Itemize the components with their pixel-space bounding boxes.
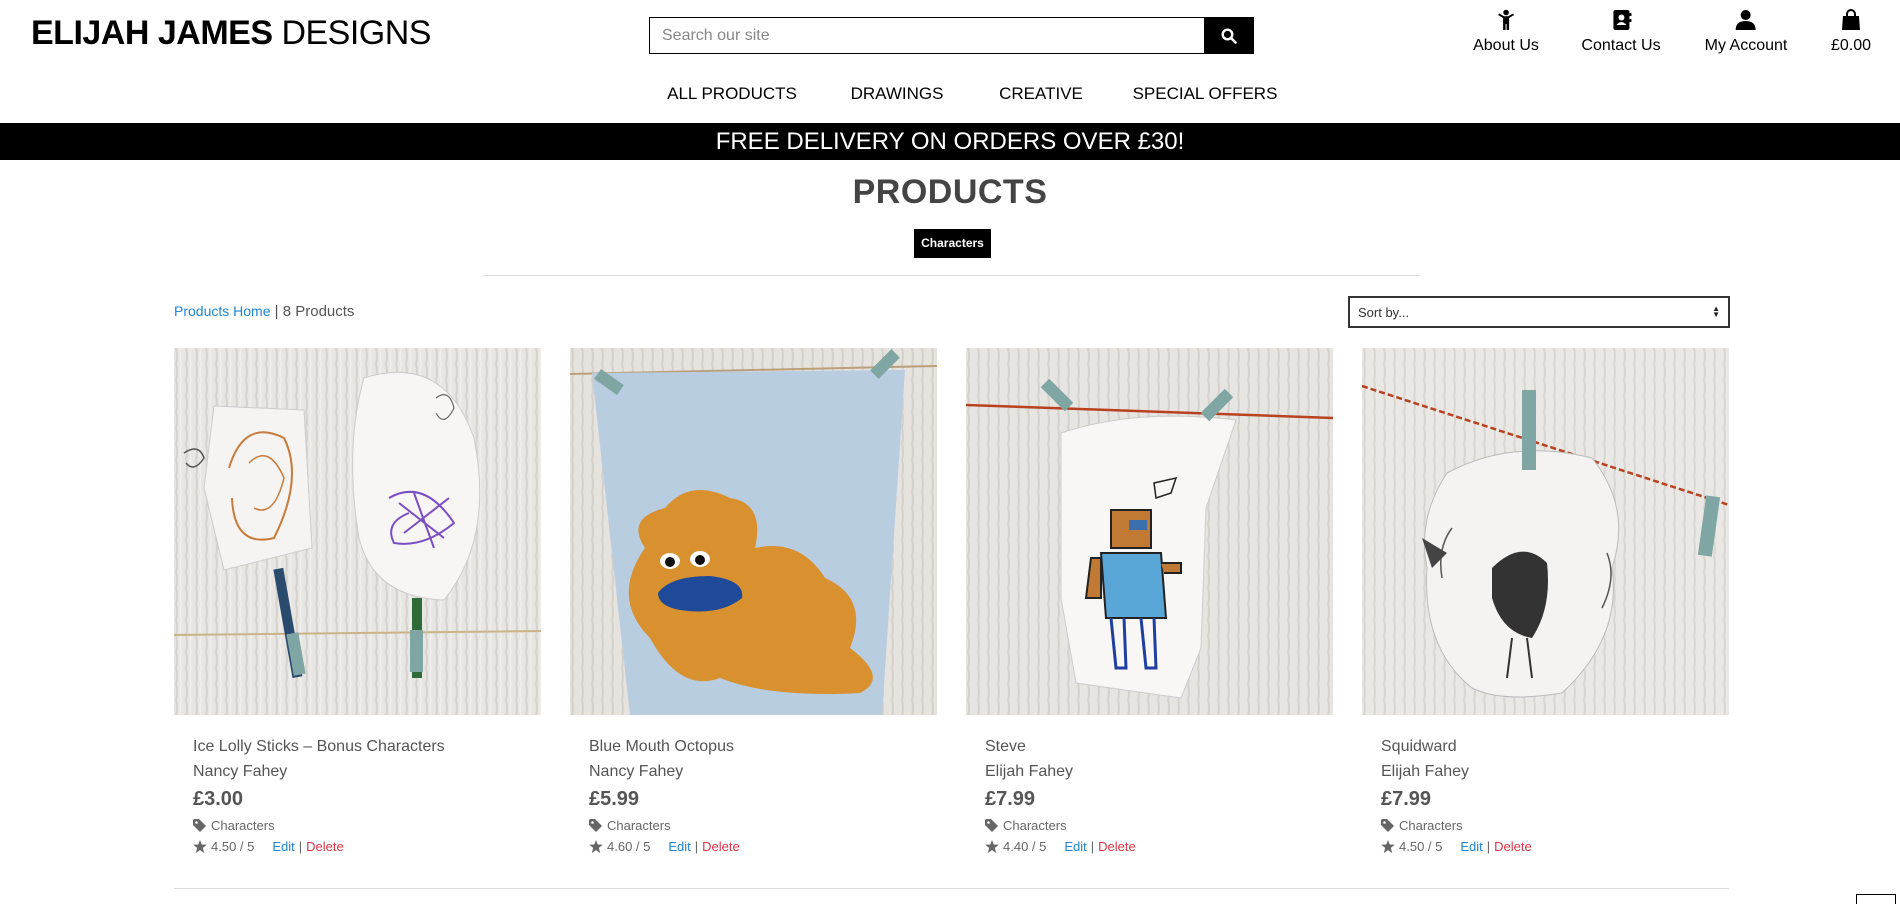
product-image[interactable]	[570, 348, 937, 715]
user-icon	[1705, 9, 1788, 33]
divider	[483, 275, 1420, 276]
basket-link[interactable]: £0.00	[1831, 9, 1871, 55]
contact-us-label: Contact Us	[1581, 37, 1661, 54]
product-rating: 4.40 / 5 Edit | Delete	[985, 839, 1314, 854]
product-artist: Nancy Fahey	[589, 763, 684, 780]
edit-link[interactable]: Edit	[272, 839, 294, 854]
product-card: Ice Lolly Sticks – Bonus Characters Nanc…	[174, 348, 541, 854]
page-title: PRODUCTS	[852, 173, 1048, 211]
product-price: £7.99	[1381, 788, 1432, 810]
product-category-label: Characters	[1399, 818, 1463, 833]
category-badge[interactable]: Characters	[914, 229, 991, 258]
search-form	[649, 17, 1254, 54]
product-price: £3.00	[193, 788, 244, 810]
product-category-label: Characters	[1003, 818, 1067, 833]
child-icon	[1473, 9, 1539, 33]
search-input[interactable]	[650, 18, 1204, 53]
link-separator: |	[298, 839, 303, 854]
my-account-label: My Account	[1704, 37, 1788, 54]
contact-us-link[interactable]: Contact Us	[1581, 9, 1661, 55]
back-to-top-button[interactable]	[1856, 894, 1896, 904]
breadcrumb: Products Home | 8 Products	[174, 303, 354, 320]
rating-value: 4.50 / 5	[211, 839, 255, 854]
divider	[174, 888, 1729, 889]
product-image[interactable]	[966, 348, 1333, 715]
star-icon	[589, 840, 603, 853]
product-image[interactable]	[174, 348, 541, 715]
product-card: Steve Elijah Fahey £7.99 Characters 4.40…	[966, 348, 1333, 854]
nav-creative[interactable]: CREATIVE	[999, 84, 1083, 104]
product-name[interactable]: Ice Lolly Sticks – Bonus Characters	[193, 738, 522, 756]
edit-link[interactable]: Edit	[668, 839, 690, 854]
nav-special-offers[interactable]: SPECIAL OFFERS	[1133, 84, 1278, 104]
about-us-label: About Us	[1473, 37, 1539, 54]
nav-drawings[interactable]: DRAWINGS	[851, 84, 944, 104]
shopping-bag-icon	[1831, 9, 1871, 33]
basket-total: £0.00	[1830, 37, 1872, 54]
link-separator: |	[1090, 839, 1095, 854]
rating-value: 4.60 / 5	[607, 839, 651, 854]
product-card: Blue Mouth Octopus Nancy Fahey £5.99 Cha…	[570, 348, 937, 854]
product-price: £7.99	[985, 788, 1036, 810]
my-account-link[interactable]: My Account	[1704, 9, 1788, 55]
tag-icon	[193, 819, 206, 832]
link-separator: |	[1486, 839, 1491, 854]
product-category-label: Characters	[607, 818, 671, 833]
product-name[interactable]: Blue Mouth Octopus	[589, 738, 918, 756]
nav-all-products[interactable]: ALL PRODUCTS	[667, 84, 797, 104]
edit-link[interactable]: Edit	[1460, 839, 1482, 854]
sort-select-label: Sort by...	[1358, 304, 1410, 320]
link-separator: |	[694, 839, 699, 854]
search-button[interactable]	[1204, 18, 1253, 53]
tag-icon	[589, 819, 602, 832]
product-name[interactable]: Squidward	[1381, 738, 1710, 756]
product-category[interactable]: Characters	[589, 818, 918, 833]
delete-link[interactable]: Delete	[702, 839, 740, 854]
product-card: Squidward Elijah Fahey £7.99 Characters …	[1362, 348, 1729, 854]
about-us-link[interactable]: About Us	[1473, 9, 1539, 55]
product-category[interactable]: Characters	[1381, 818, 1710, 833]
product-category[interactable]: Characters	[193, 818, 522, 833]
delivery-banner: FREE DELIVERY ON ORDERS OVER £30!	[0, 123, 1900, 160]
product-rating: 4.50 / 5 Edit | Delete	[193, 839, 522, 854]
products-home-link[interactable]: Products Home	[174, 303, 270, 319]
breadcrumb-separator: |	[270, 303, 283, 320]
rating-value: 4.50 / 5	[1399, 839, 1443, 854]
tag-icon	[1381, 819, 1394, 832]
delete-link[interactable]: Delete	[1494, 839, 1532, 854]
main-nav: ALL PRODUCTS DRAWINGS CREATIVE SPECIAL O…	[0, 84, 1900, 106]
star-icon	[1381, 840, 1395, 853]
address-book-icon	[1581, 9, 1660, 33]
product-count: 8 Products	[282, 303, 355, 320]
product-artist: Elijah Fahey	[1381, 763, 1470, 780]
star-icon	[193, 840, 207, 853]
product-category-label: Characters	[211, 818, 275, 833]
edit-link[interactable]: Edit	[1064, 839, 1086, 854]
product-name[interactable]: Steve	[985, 738, 1314, 756]
product-category[interactable]: Characters	[985, 818, 1314, 833]
sort-arrows-icon: ▲ ▼	[1712, 304, 1720, 319]
product-rating: 4.60 / 5 Edit | Delete	[589, 839, 918, 854]
product-artist: Nancy Fahey	[193, 763, 288, 780]
tag-icon	[985, 819, 998, 832]
rating-value: 4.40 / 5	[1003, 839, 1047, 854]
delete-link[interactable]: Delete	[306, 839, 344, 854]
product-artist: Elijah Fahey	[985, 763, 1074, 780]
site-logo[interactable]: ELIJAH JAMES DESIGNS	[31, 14, 431, 53]
delete-link[interactable]: Delete	[1098, 839, 1136, 854]
product-rating: 4.50 / 5 Edit | Delete	[1381, 839, 1710, 854]
product-image[interactable]	[1362, 348, 1729, 715]
sort-select[interactable]: Sort by... ▲ ▼	[1348, 296, 1730, 328]
product-price: £5.99	[589, 788, 640, 810]
star-icon	[985, 840, 999, 853]
search-icon	[1220, 27, 1237, 44]
logo-light-text: DESIGNS	[281, 14, 431, 52]
logo-bold-text: ELIJAH JAMES	[31, 14, 273, 52]
